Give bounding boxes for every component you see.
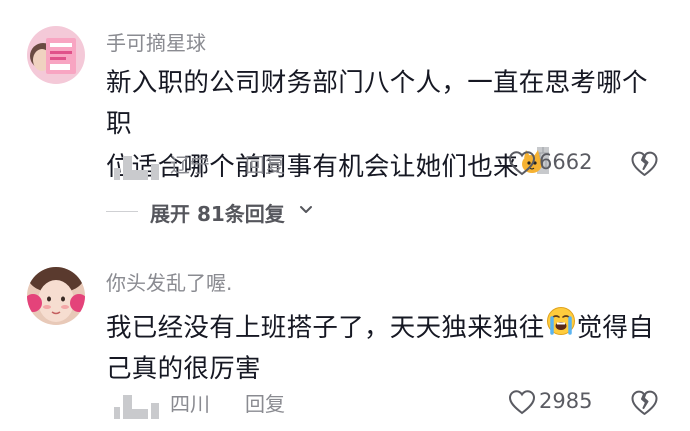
crying-face-emoji: [546, 306, 576, 336]
like-count: 2985: [539, 389, 593, 413]
heart-outline-icon: [508, 390, 536, 415]
comment-line: 觉得自: [576, 313, 655, 343]
comment-item: 手可摘星球 新入职的公司财务部门八个人，一直在思考哪个职 位适合哪个前同事有机会…: [0, 0, 690, 250]
date-redaction: [114, 395, 170, 419]
location-label: 四川: [170, 392, 210, 416]
comment-line: 新入职的公司财务部门八个人，一直在思考哪个职: [106, 68, 648, 139]
comment-line: 我已经没有上班搭子了，天天独来独往: [106, 313, 545, 343]
comment-meta: 辽宁 回复 6662: [106, 148, 666, 182]
heart-outline-icon: [508, 151, 536, 176]
broken-heart-icon[interactable]: [631, 389, 658, 416]
chevron-down-icon: [300, 206, 312, 213]
avatar[interactable]: [27, 267, 85, 325]
expand-replies-label: 展开 81条回复: [150, 202, 285, 226]
like-count: 6662: [539, 150, 593, 174]
comment-text: 我已经没有上班搭子了，天天独来独往 觉得自 己真的很厉害: [106, 306, 666, 390]
divider-line: [106, 211, 138, 212]
reply-button[interactable]: 回复: [245, 388, 285, 417]
username[interactable]: 手可摘星球: [106, 27, 206, 56]
reply-button[interactable]: 回复: [245, 149, 285, 178]
comment-meta: 四川 回复 2985: [106, 387, 666, 421]
location-label: 辽宁: [170, 153, 210, 177]
broken-heart-icon[interactable]: [631, 150, 658, 177]
username[interactable]: 你头发乱了喔.: [106, 267, 232, 296]
date-redaction: [114, 156, 170, 180]
avatar[interactable]: [27, 26, 85, 84]
comment-item: 你头发乱了喔. 我已经没有上班搭子了，天天独来独往 觉得自 己真的很厉害 四川 …: [0, 250, 690, 431]
comment-line: 己真的很厉害: [106, 354, 261, 384]
